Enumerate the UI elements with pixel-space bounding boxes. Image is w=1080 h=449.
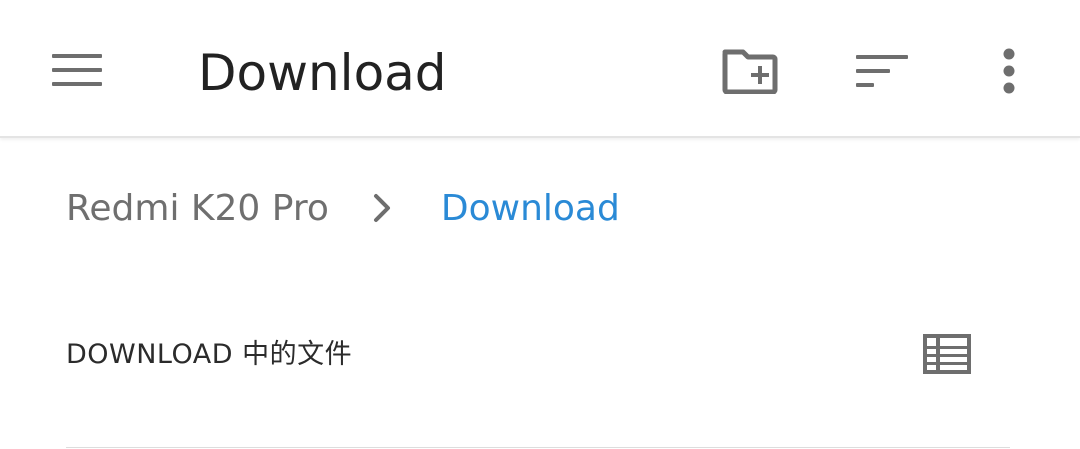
more-options-button[interactable] [976, 38, 1042, 104]
breadcrumb-root[interactable]: Redmi K20 Pro [66, 188, 329, 229]
menu-button[interactable] [40, 38, 114, 102]
list-view-icon [923, 334, 971, 374]
breadcrumb: Redmi K20 Pro Download [66, 178, 620, 238]
more-vertical-icon [1003, 48, 1015, 94]
hamburger-menu-icon [52, 54, 102, 86]
list-divider [66, 447, 1010, 448]
section-header: DOWNLOAD 中的文件 [66, 339, 353, 370]
breadcrumb-separator [373, 193, 391, 223]
sort-icon [856, 55, 908, 87]
create-folder-icon [722, 49, 778, 94]
page-title: Download [198, 44, 447, 102]
sort-button[interactable] [846, 38, 918, 104]
breadcrumb-current[interactable]: Download [441, 188, 620, 229]
view-mode-button[interactable] [916, 326, 978, 382]
app-bar: Download [0, 0, 1080, 138]
chevron-right-icon [373, 194, 390, 222]
new-folder-button[interactable] [712, 38, 788, 104]
